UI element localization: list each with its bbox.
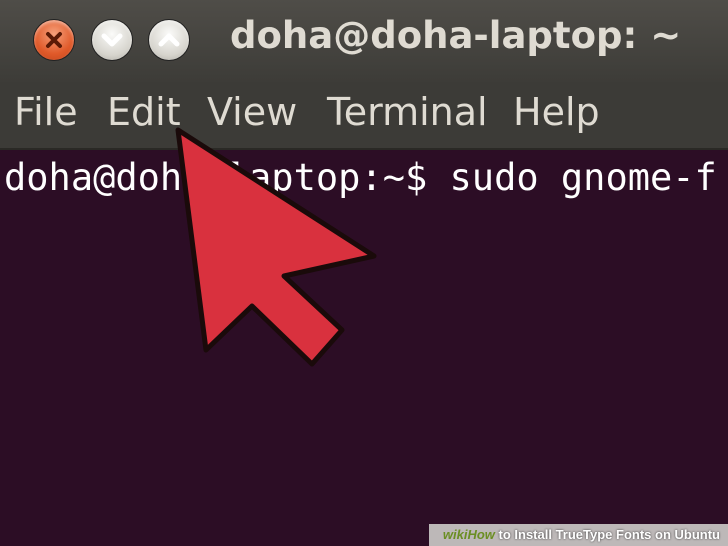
arrow-pointer-icon	[175, 127, 377, 367]
watermark-brand-how: How	[467, 527, 495, 542]
wikihow-watermark: wikiHow to Install TrueType Fonts on Ubu…	[428, 524, 728, 546]
watermark-brand-wiki: wiki	[442, 527, 468, 542]
screenshot-frame: doha@doha-laptop: ~ File Edit View Termi…	[0, 0, 728, 546]
watermark-caption: to Install TrueType Fonts on Ubuntu	[494, 527, 720, 542]
